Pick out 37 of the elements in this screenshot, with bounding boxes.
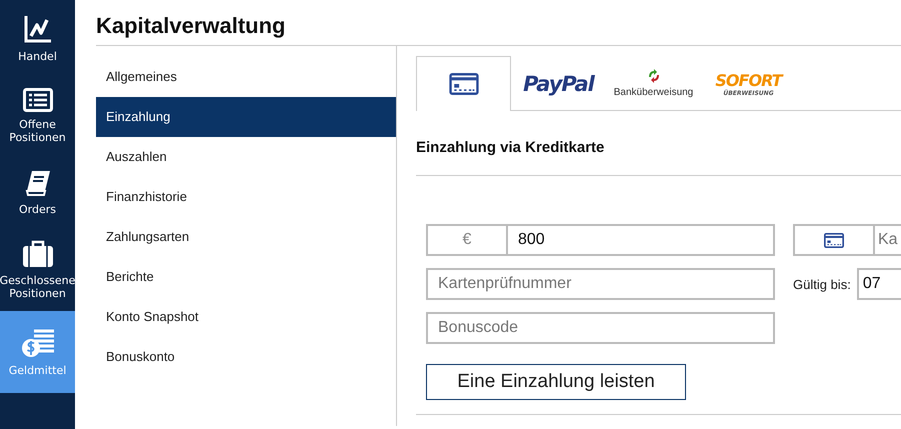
nav-item[interactable]: Geschlossene Positionen xyxy=(0,231,75,308)
menu-item[interactable]: Berichte xyxy=(96,257,396,297)
menu-item[interactable]: Einzahlung xyxy=(96,97,396,137)
menu-item[interactable]: Zahlungsarten xyxy=(96,217,396,257)
card-number-field[interactable]: Ka xyxy=(873,224,901,256)
menu-item[interactable]: Allgemeines xyxy=(96,57,396,97)
menu-item[interactable]: Auszahlen xyxy=(96,137,396,177)
expiry-label: Gültig bis: xyxy=(793,276,851,292)
credit-card-icon xyxy=(824,232,844,248)
nav-item[interactable]: Offene Positionen xyxy=(0,77,75,154)
nav-label: Handel xyxy=(18,50,57,63)
menu-item[interactable]: Konto Snapshot xyxy=(96,297,396,337)
deposit-button[interactable]: Eine Einzahlung leisten xyxy=(426,364,686,400)
nav-label: Geldmittel xyxy=(8,364,66,376)
tab-label: Banküberweisung xyxy=(614,87,694,98)
chart-icon xyxy=(22,14,52,44)
menu-item[interactable]: Finanzhistorie xyxy=(96,177,396,217)
money-icon xyxy=(20,328,56,358)
transfer-arrows-icon xyxy=(646,69,660,83)
page-title: Kapitalverwaltung xyxy=(96,0,901,46)
briefcase-icon xyxy=(22,240,54,268)
amount-field[interactable]: 800 xyxy=(506,224,775,256)
nav-item[interactable]: Handel xyxy=(0,0,75,77)
cvv-field[interactable]: Kartenprüfnummer xyxy=(426,268,775,300)
paypal-logo: PayPal xyxy=(523,72,594,96)
nav-label: Offene Positionen xyxy=(8,118,67,144)
book-icon xyxy=(24,169,52,197)
credit-card-icon xyxy=(448,73,478,95)
payment-tab[interactable] xyxy=(416,56,511,111)
nav-label: Geschlossene Positionen xyxy=(0,274,76,300)
nav-label: Orders xyxy=(19,203,56,216)
bonus-code-field[interactable]: Bonuscode xyxy=(426,312,775,344)
menu-item[interactable]: Bonuskonto xyxy=(96,337,396,377)
list-icon xyxy=(22,88,52,112)
expiry-month-field[interactable]: 07 xyxy=(856,268,901,300)
nav-item[interactable]: Orders xyxy=(0,154,75,231)
section-heading: Einzahlung via Kreditkarte xyxy=(416,111,901,176)
